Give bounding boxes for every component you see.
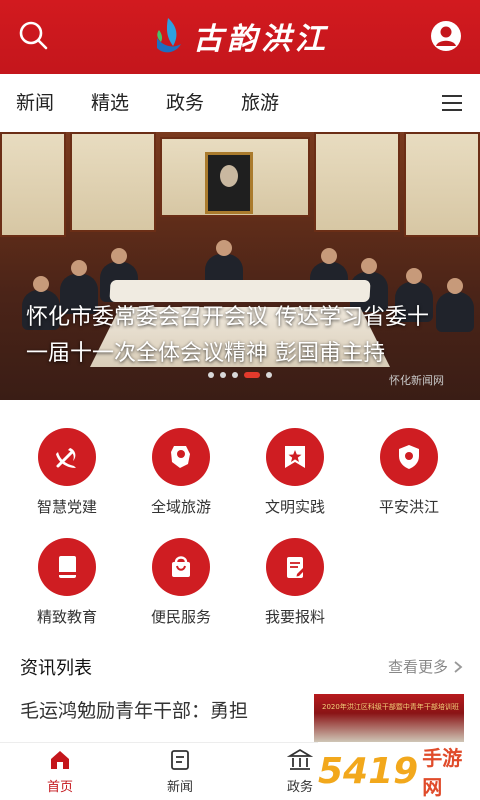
flag-star-icon: [266, 428, 324, 486]
news-section-title: 资讯列表: [20, 658, 92, 679]
service-smart-party[interactable]: 智慧党建: [12, 400, 122, 516]
party-emblem-icon: [38, 428, 96, 486]
edit-document-icon: [266, 538, 324, 596]
app-title: 古韵洪江: [193, 22, 329, 57]
nav-news[interactable]: 新闻: [140, 743, 220, 800]
government-building-icon: [287, 747, 313, 773]
tab-label: 新闻: [16, 92, 55, 114]
image-watermark: 怀化新闻网: [389, 374, 444, 387]
service-civilization[interactable]: 文明实践: [240, 400, 350, 516]
nav-label: 新闻: [166, 780, 193, 795]
app-logo: 古韵洪江: [0, 14, 480, 58]
service-convenience[interactable]: 便民服务: [126, 510, 236, 626]
wall-panel: [70, 132, 156, 232]
tab-news[interactable]: 新闻: [16, 74, 54, 132]
app-header: 古韵洪江: [0, 0, 480, 74]
category-tabbar: 新闻 精选 政务 旅游: [0, 74, 480, 132]
nav-home[interactable]: 首页: [20, 743, 100, 800]
service-education[interactable]: 精致教育: [12, 510, 122, 626]
news-thumbnail: 2020年洪江区科级干部暨中青年干部培训班: [314, 694, 464, 742]
portrait-image: [205, 152, 253, 214]
wall-panel: [314, 132, 400, 232]
user-profile-button[interactable]: [424, 14, 468, 58]
logo-mark-icon: [157, 18, 181, 53]
tab-government[interactable]: 政务: [166, 74, 204, 132]
home-icon: [47, 747, 73, 773]
service-label: 精致教育: [36, 608, 97, 626]
map-pin-icon: [152, 428, 210, 486]
tab-label: 旅游: [241, 92, 280, 114]
shopping-bag-icon: [152, 538, 210, 596]
police-shield-icon: [380, 428, 438, 486]
site-watermark-logo: 5419 手游网: [318, 742, 480, 800]
service-label: 我要报料: [264, 608, 325, 626]
tab-label: 政务: [166, 92, 205, 114]
service-label: 便民服务: [150, 608, 211, 626]
view-more-label: 查看更多: [387, 658, 448, 676]
watermark-number: 5419: [318, 750, 419, 792]
service-grid: 智慧党建 全域旅游 文明实践 平安洪江 精致教育 便民服务 我要报料: [0, 400, 480, 640]
tab-tourism[interactable]: 旅游: [241, 74, 279, 132]
watermark-site-name: 手游网: [422, 746, 463, 799]
news-list-item[interactable]: 毛运鸿勉励青年干部：勇担 2020年洪江区科级干部暨中青年干部培训班: [0, 690, 480, 742]
book-icon: [38, 538, 96, 596]
carousel-dot[interactable]: [220, 372, 226, 378]
view-more-link[interactable]: 查看更多: [388, 656, 464, 677]
news-list-header: 资讯列表 查看更多: [0, 646, 480, 686]
service-public-safety[interactable]: 平安洪江: [354, 400, 464, 516]
news-item-title: 毛运鸿勉励青年干部：勇担: [20, 700, 249, 722]
wall-panel: [0, 132, 66, 237]
tab-label: 精选: [91, 92, 130, 114]
nav-label: 首页: [46, 780, 73, 795]
wall-panel: [404, 132, 480, 237]
carousel-caption[interactable]: 怀化市委常委会召开会议 传达学习省委十一届十一次全体会议精神 彭国甫主持: [26, 300, 446, 372]
tab-featured[interactable]: 精选: [91, 74, 129, 132]
user-icon: [431, 21, 461, 51]
carousel-dot[interactable]: [232, 372, 238, 378]
carousel-dot-active[interactable]: [244, 372, 260, 378]
meeting-table: [109, 280, 371, 302]
chevron-right-icon: [454, 660, 463, 673]
service-label: 平安洪江: [378, 498, 439, 516]
service-report[interactable]: 我要报料: [240, 510, 350, 626]
service-tourism[interactable]: 全域旅游: [126, 400, 236, 516]
thumbnail-banner-text: 2020年洪江区科级干部暨中青年干部培训班: [322, 703, 459, 711]
carousel-dot[interactable]: [208, 372, 214, 378]
carousel-dot[interactable]: [266, 372, 272, 378]
menu-icon[interactable]: [440, 91, 464, 115]
news-doc-icon: [167, 747, 193, 773]
